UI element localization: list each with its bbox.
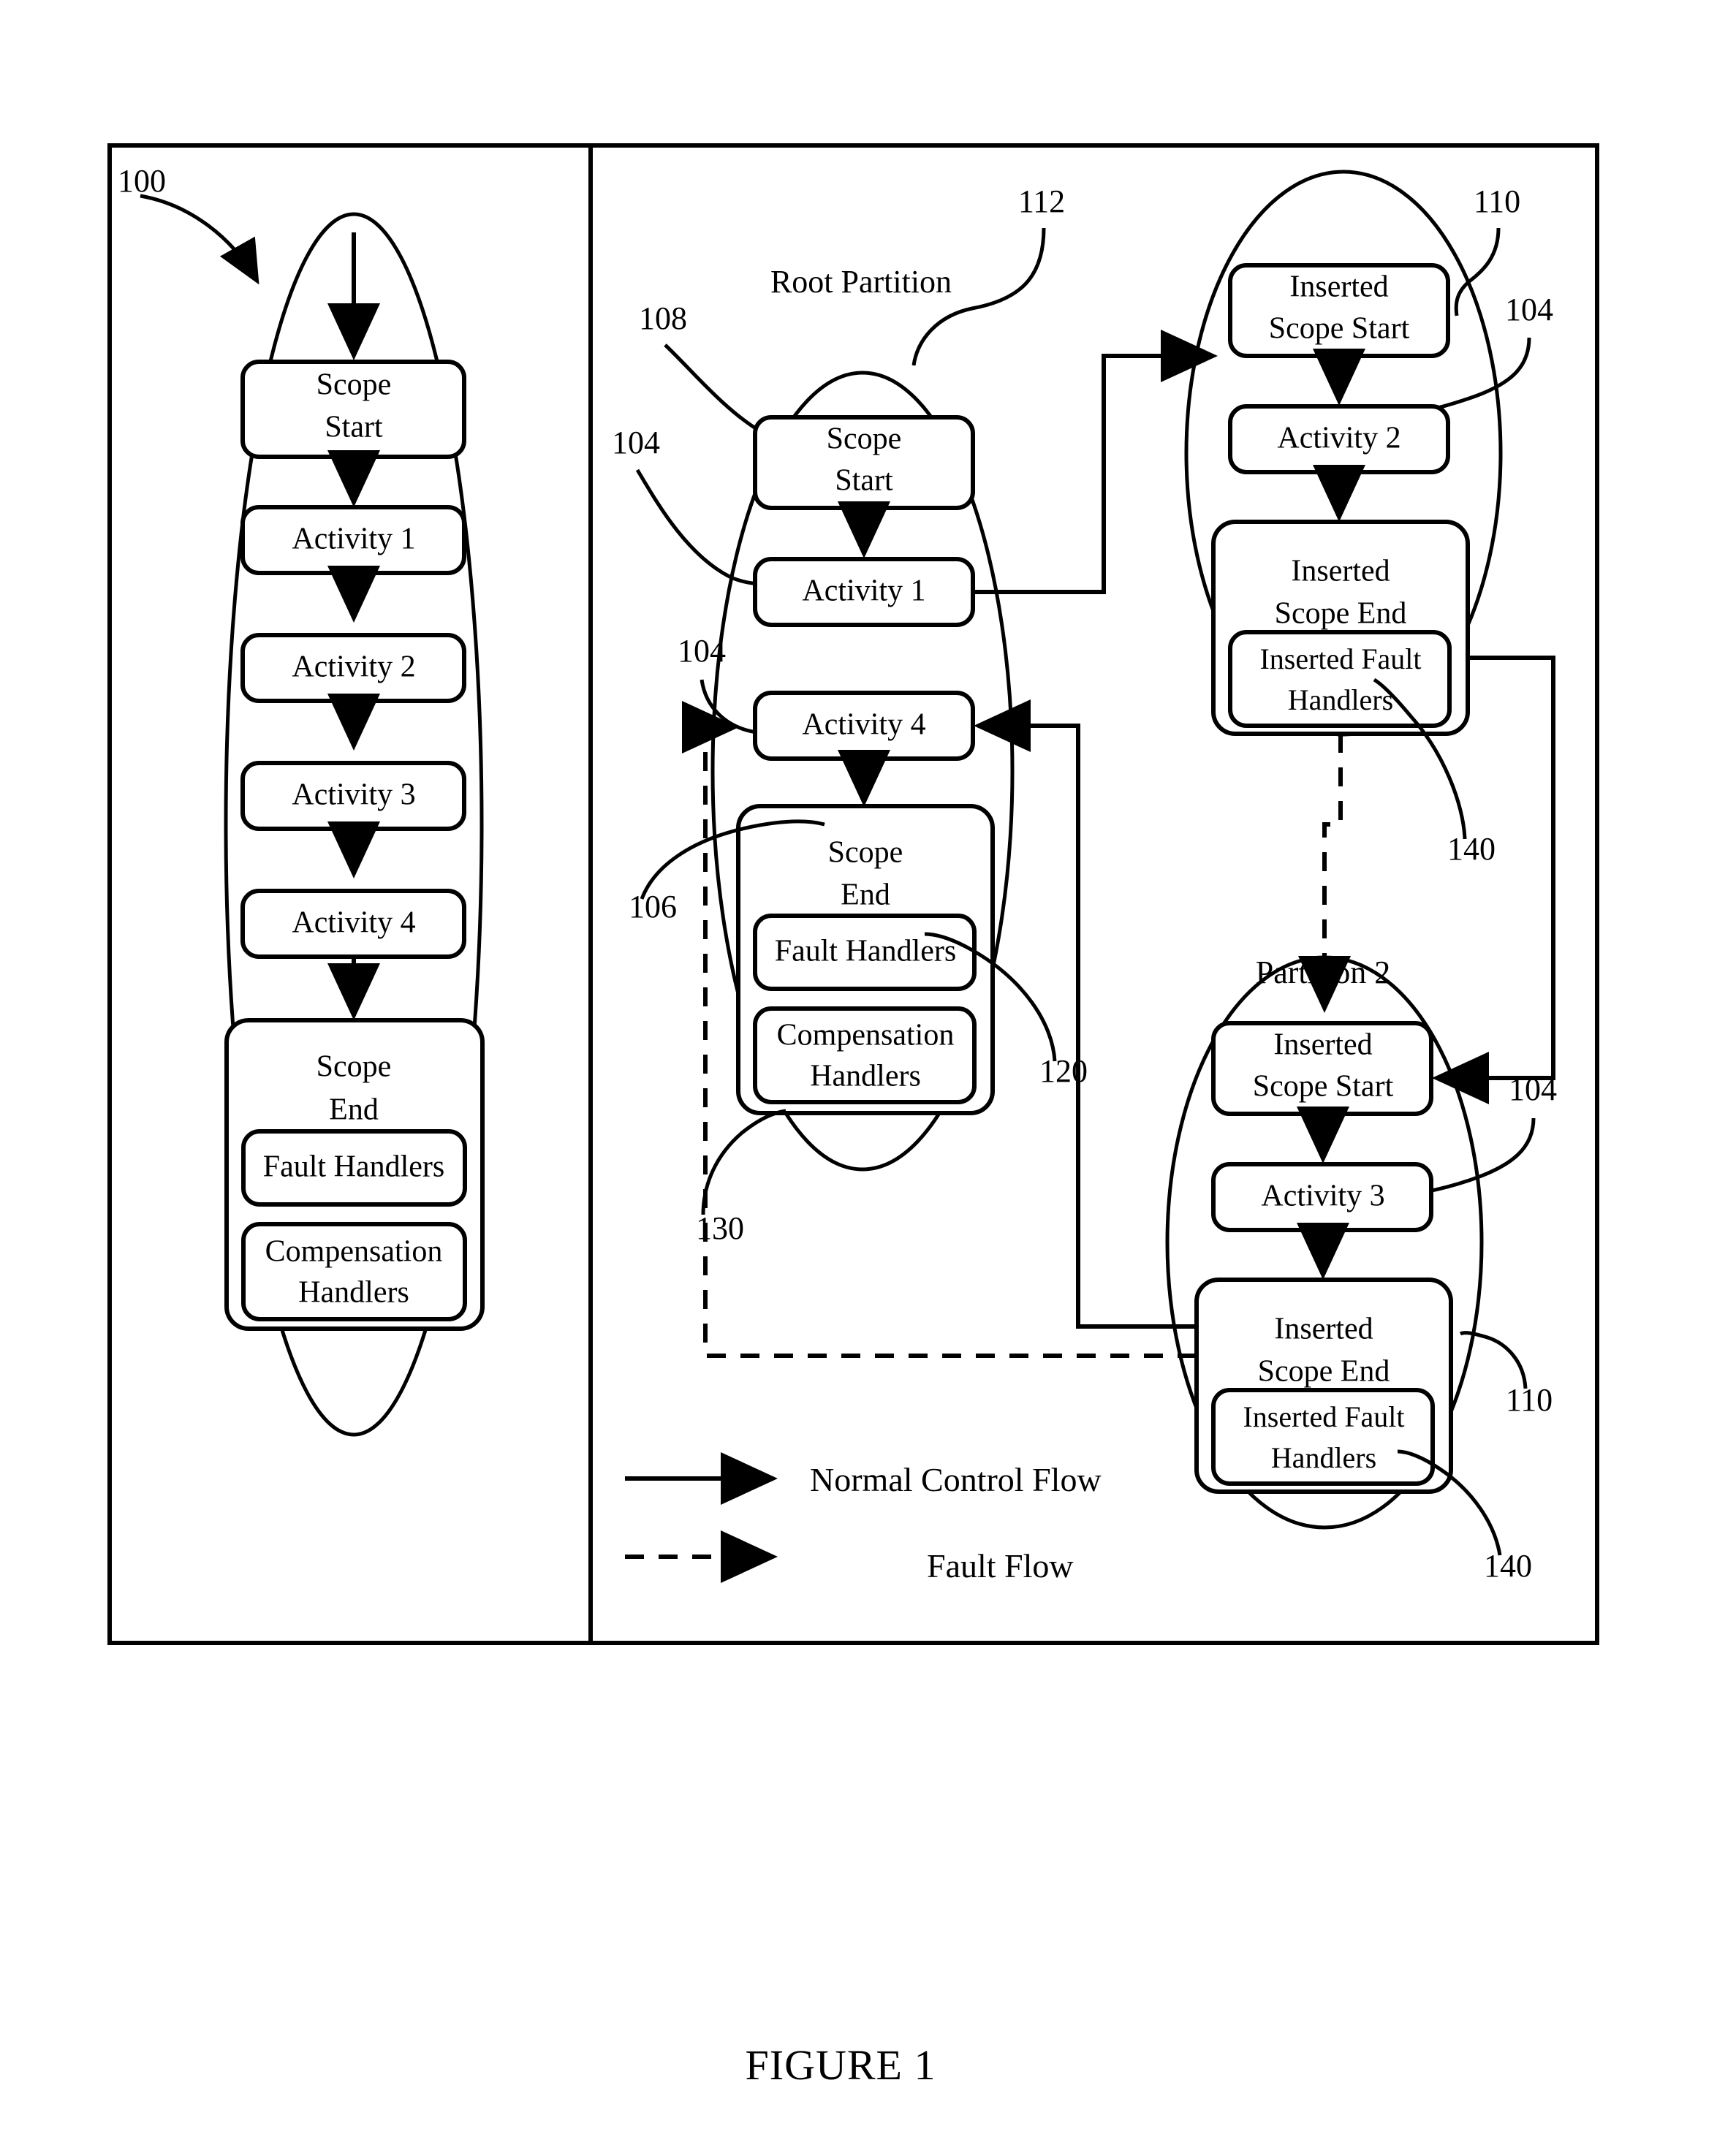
node-label-line: Inserted Fault — [1259, 642, 1421, 675]
node-label-line: Activity 1 — [292, 523, 415, 556]
node-label-line: Activity 1 — [802, 574, 925, 608]
node-p1-activity-2: Activity 2 — [1228, 404, 1450, 474]
node-label-line: Inserted — [1289, 270, 1388, 304]
left-panel-process: 100 Scope Start Activity 1 Activity 2 Ac… — [118, 163, 485, 1437]
ref-number-110-a: 110 — [1474, 183, 1520, 219]
ref-number-130: 130 — [696, 1210, 744, 1246]
node-fault-handlers: Fault Handlers — [241, 1129, 467, 1207]
node-label-line: Activity 4 — [292, 906, 415, 940]
node-label-line: Activity 4 — [802, 708, 925, 742]
partition-1: Partition 1 110 104 Inserted Scope Start… — [1184, 170, 1553, 867]
node-label-line: Start — [325, 411, 383, 444]
node-label-line: End — [841, 878, 890, 912]
figure-caption: FIGURE 1 — [746, 2041, 936, 2089]
node-p2-inserted-scope-end: Inserted Scope End Inserted Fault Handle… — [1194, 1278, 1453, 1494]
ref-number-140-b: 140 — [1484, 1548, 1532, 1584]
ref-number-140-a: 140 — [1447, 831, 1496, 867]
figure-1-diagram: 100 Scope Start Activity 1 Activity 2 Ac… — [107, 143, 1599, 2089]
ref-100-leader — [140, 194, 259, 285]
ref-number-110-b: 110 — [1506, 1382, 1553, 1418]
node-root-fault-handlers: Fault Handlers — [753, 914, 977, 991]
ref-130-leader — [701, 1109, 786, 1215]
node-label-line: Scope Start — [1269, 312, 1410, 346]
node-label-line: Inserted — [1291, 555, 1390, 588]
node-root-activity-1: Activity 1 — [753, 557, 975, 627]
root-partition-label: Root Partition — [770, 264, 952, 300]
ref-number-100: 100 — [118, 163, 166, 199]
node-root-compensation-handlers: Compensation Handlers — [753, 1006, 977, 1104]
node-label-line: Inserted — [1274, 1313, 1373, 1346]
root-partition: Root Partition 112 108 104 Scope Start A… — [612, 183, 1088, 1246]
node-activity-3: Activity 3 — [240, 761, 466, 831]
ref-number-112: 112 — [1018, 183, 1065, 219]
node-scope-start: Scope Start — [240, 360, 466, 459]
node-compensation-handlers: Compensation Handlers — [241, 1222, 467, 1321]
partition-2: Partition 2 Inserted Scope Start 104 Act… — [1165, 954, 1557, 1584]
node-label-line: Handlers — [1271, 1441, 1376, 1474]
patent-figure: 100 Scope Start Activity 1 Activity 2 Ac… — [0, 0, 1736, 2137]
node-label-line: Compensation — [777, 1019, 955, 1052]
node-root-activity-4: Activity 4 — [753, 691, 975, 761]
node-p2-activity-3: Activity 3 — [1211, 1162, 1433, 1232]
ref-number-106: 106 — [629, 889, 677, 925]
node-label-line: Scope — [317, 1050, 392, 1084]
node-p1-inserted-scope-start: Inserted Scope Start — [1228, 263, 1450, 358]
node-label-line: Activity 3 — [1261, 1180, 1384, 1213]
node-label-line: Handlers — [1288, 683, 1393, 716]
node-label-line: Start — [835, 464, 893, 498]
legend-normal-flow-label: Normal Control Flow — [810, 1461, 1102, 1498]
ref-number-108: 108 — [639, 300, 687, 336]
node-activity-1: Activity 1 — [240, 505, 466, 575]
legend: Normal Control Flow Fault Flow — [625, 1452, 1102, 1584]
node-root-scope-end: Scope End Fault Handlers Compensation Ha… — [736, 804, 995, 1115]
node-label-line: Fault Handlers — [263, 1150, 444, 1184]
node-label-line: Compensation — [265, 1235, 443, 1269]
node-label-line: End — [329, 1093, 379, 1127]
node-label-line: Scope End — [1275, 597, 1407, 631]
node-p1-inserted-scope-end: Inserted Scope End Inserted Fault Handle… — [1211, 520, 1470, 736]
flow-activity1-to-partition1 — [973, 330, 1218, 594]
node-label-line: Scope Start — [1253, 1070, 1394, 1104]
ref-number-104-c: 104 — [1505, 292, 1553, 327]
node-root-scope-start: Scope Start — [753, 415, 975, 510]
node-label-line: Scope End — [1258, 1355, 1390, 1389]
ref-number-104-a: 104 — [612, 425, 660, 460]
node-activity-4: Activity 4 — [240, 889, 466, 959]
node-label-line: Handlers — [298, 1276, 409, 1310]
node-activity-2: Activity 2 — [240, 633, 466, 703]
node-label-line: Fault Handlers — [775, 935, 956, 968]
ref-number-120: 120 — [1039, 1053, 1088, 1089]
node-label-line: Activity 2 — [1277, 422, 1400, 455]
node-label-line: Handlers — [810, 1060, 921, 1093]
node-p1-inserted-fault-handlers: Inserted Fault Handlers — [1228, 630, 1452, 728]
node-p2-inserted-scope-start: Inserted Scope Start — [1211, 1021, 1433, 1116]
node-label-line: Inserted Fault — [1243, 1400, 1404, 1433]
node-label-line: Scope — [828, 836, 903, 870]
node-p2-inserted-fault-handlers: Inserted Fault Handlers — [1211, 1388, 1435, 1486]
ref-number-104-b: 104 — [678, 633, 726, 669]
node-scope-end: Scope End Fault Handlers Compensation Ha… — [224, 1018, 485, 1331]
node-label-line: Scope — [827, 422, 902, 456]
node-label-line: Inserted — [1273, 1028, 1372, 1062]
node-label-line: Activity 3 — [292, 778, 415, 812]
legend-fault-flow-label: Fault Flow — [927, 1547, 1074, 1584]
node-label-line: Scope — [317, 368, 392, 402]
node-label-line: Activity 2 — [292, 650, 415, 684]
